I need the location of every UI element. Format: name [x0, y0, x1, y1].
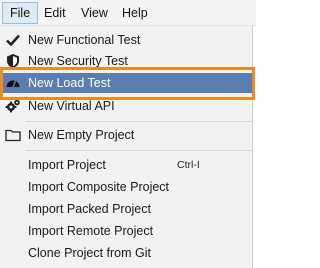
menu-item-label: Import Remote Project — [28, 224, 154, 238]
menu-item-label: Clone Project from Git — [28, 246, 151, 260]
menu-item-label: Import Packed Project — [28, 202, 151, 216]
menu-help[interactable]: Help — [115, 2, 155, 24]
menu-item-label: New Functional Test — [28, 33, 141, 47]
menu-edit[interactable]: Edit — [37, 2, 73, 24]
menu-item-import-packed-project[interactable]: Import Packed Project — [1, 199, 252, 219]
menu-item-label: New Security Test — [28, 54, 128, 68]
menu-item-import-composite-project[interactable]: Import Composite Project — [1, 177, 252, 197]
menu-item-new-empty-project[interactable]: New Empty Project — [1, 125, 252, 145]
file-dropdown-menu: New Functional Test New Security Test Ne… — [0, 26, 253, 268]
menu-item-label: New Empty Project — [28, 128, 135, 142]
menu-separator — [26, 150, 252, 151]
menu-item-import-project[interactable]: Import Project Ctrl-I — [1, 155, 252, 175]
menu-file[interactable]: File — [2, 2, 39, 24]
menu-item-label: Import Composite Project — [28, 180, 170, 194]
shield-icon — [5, 53, 21, 69]
menu-bar: File Edit View Help — [0, 0, 256, 26]
menu-item-import-remote-project[interactable]: Import Remote Project — [1, 221, 252, 241]
menu-item-label: New Load Test — [28, 76, 111, 90]
menu-item-new-load-test[interactable]: New Load Test — [1, 73, 252, 93]
menu-item-label: New Virtual API — [28, 99, 115, 113]
menu-item-clone-project-from-git[interactable]: Clone Project from Git — [1, 243, 252, 263]
menu-view[interactable]: View — [74, 2, 115, 24]
checkmark-icon — [5, 32, 21, 48]
menu-item-new-virtual-api[interactable]: New Virtual API — [1, 96, 252, 116]
menu-separator — [26, 121, 252, 122]
menu-item-new-functional-test[interactable]: New Functional Test — [1, 30, 252, 50]
menu-item-shortcut: Ctrl-I — [177, 159, 200, 171]
folder-icon — [5, 127, 21, 143]
gauge-icon — [5, 75, 21, 91]
menu-item-label: Import Project — [28, 158, 106, 172]
menu-item-new-security-test[interactable]: New Security Test — [1, 51, 252, 71]
gears-icon — [5, 98, 21, 114]
